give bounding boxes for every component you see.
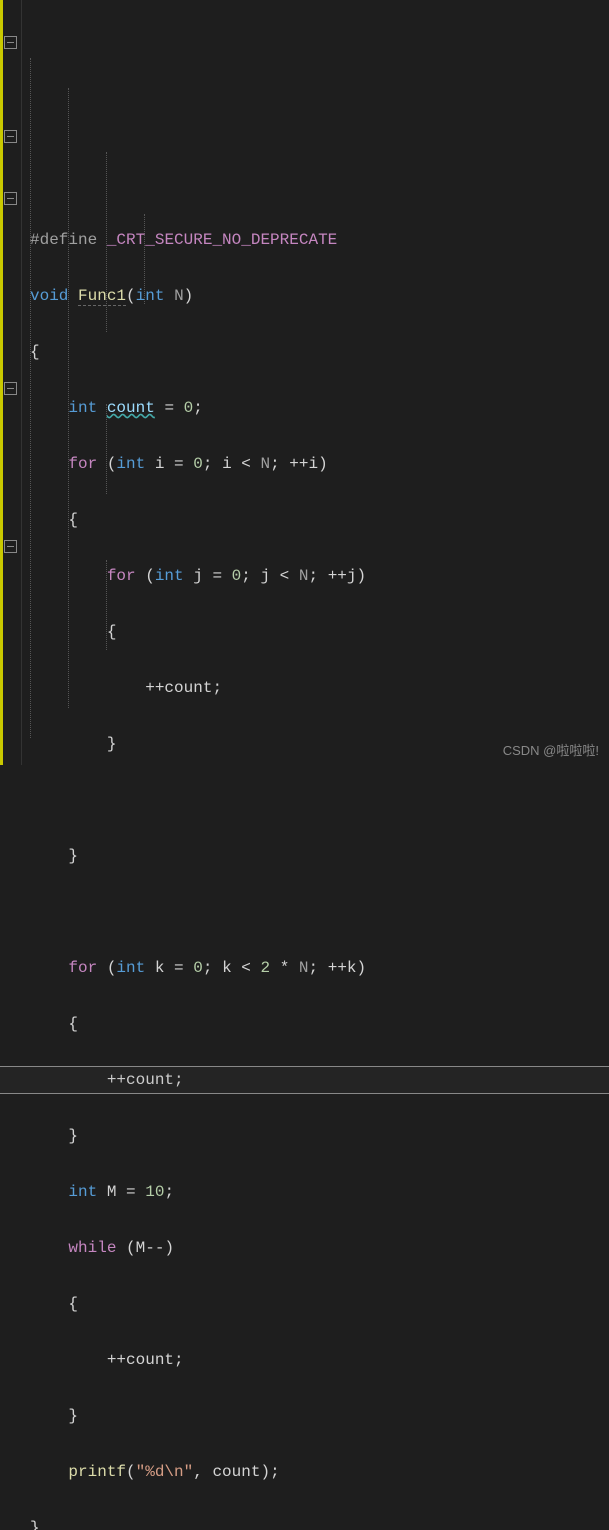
code-line: int count = 0;	[30, 394, 609, 422]
code-line: for (int k = 0; k < 2 * N; ++k)	[30, 954, 609, 982]
change-bar	[0, 0, 3, 765]
code-line: ++count;	[30, 1346, 609, 1374]
code-line: }	[30, 1402, 609, 1430]
current-line-highlight	[0, 1066, 609, 1094]
code-line	[30, 786, 609, 814]
code-line: }	[30, 1514, 609, 1530]
code-line: printf("%d\n", count);	[30, 1458, 609, 1486]
fold-icon[interactable]	[4, 36, 17, 49]
code-editor[interactable]: #define _CRT_SECURE_NO_DEPRECATE void Fu…	[0, 0, 609, 765]
code-line: for (int j = 0; j < N; ++j)	[30, 562, 609, 590]
watermark: CSDN @啦啦啦!	[503, 740, 599, 759]
gutter	[0, 0, 22, 765]
code-line: ++count;	[30, 674, 609, 702]
fold-icon[interactable]	[4, 130, 17, 143]
code-line: {	[30, 1010, 609, 1038]
code-line: {	[30, 1290, 609, 1318]
code-area[interactable]: #define _CRT_SECURE_NO_DEPRECATE void Fu…	[22, 0, 609, 765]
code-line: }	[30, 842, 609, 870]
code-line	[30, 898, 609, 926]
fold-icon[interactable]	[4, 192, 17, 205]
code-line: {	[30, 618, 609, 646]
code-line: ++count;	[30, 1066, 609, 1094]
code-line: for (int i = 0; i < N; ++i)	[30, 450, 609, 478]
code-line: while (M--)	[30, 1234, 609, 1262]
code-line: {	[30, 506, 609, 534]
code-line: int M = 10;	[30, 1178, 609, 1206]
code-line: {	[30, 338, 609, 366]
code-line: void Func1(int N)	[30, 282, 609, 310]
fold-icon[interactable]	[4, 382, 17, 395]
code-line: #define _CRT_SECURE_NO_DEPRECATE	[30, 226, 609, 254]
fold-icon[interactable]	[4, 540, 17, 553]
code-line: }	[30, 1122, 609, 1150]
